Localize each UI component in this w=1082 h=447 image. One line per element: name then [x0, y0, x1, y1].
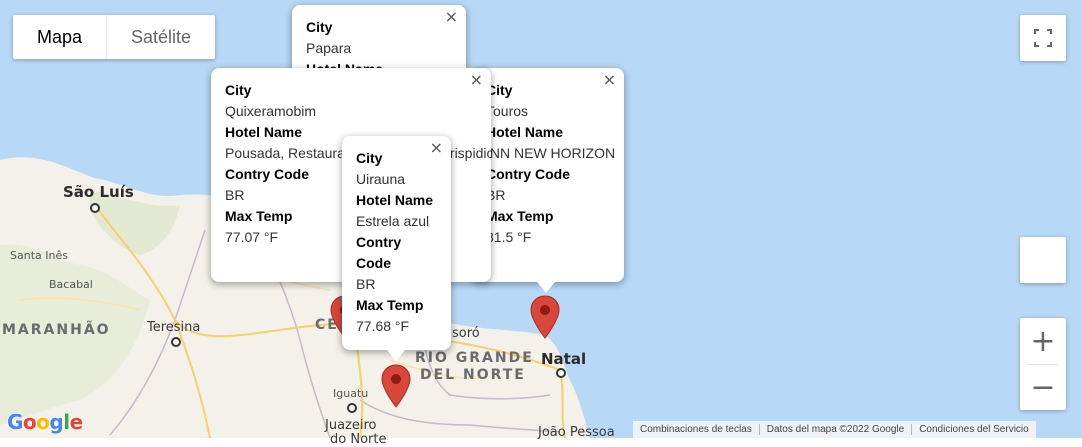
country-value: BR [356, 276, 376, 292]
info-window-tail [387, 350, 405, 361]
keyboard-shortcuts-link[interactable]: Combinaciones de teclas [633, 424, 760, 435]
temp-value: 77.68 °F [356, 318, 410, 334]
city-label: City [356, 150, 383, 166]
fullscreen-icon [1034, 29, 1052, 47]
zoom-divider [1028, 364, 1058, 365]
hotel-label: Hotel Name [486, 124, 564, 140]
city-value: Quixeramobim [225, 103, 317, 119]
city-dot [90, 203, 100, 213]
terms-link[interactable]: Condiciones del Servicio [912, 424, 1036, 435]
place-label-sao-luis: São Luís [63, 183, 134, 201]
city-label: City [306, 19, 333, 35]
street-view-button[interactable] [1020, 237, 1066, 283]
city-value: Papara [306, 40, 352, 56]
place-label-juazeiro-1: Juazeiro [325, 418, 377, 433]
place-label-teresina: Teresina [147, 320, 201, 335]
attribution-bar: Combinaciones de teclas Datos del mapa ©… [633, 421, 1036, 438]
country-value: BR [486, 187, 506, 203]
place-label-juazeiro-2: do Norte [330, 432, 387, 447]
city-label: City [225, 82, 252, 98]
city-dot [556, 368, 566, 378]
map-data-text: Datos del mapa ©2022 Google [760, 424, 913, 435]
info-window-tail [537, 282, 555, 293]
region-label-maranhao: MARANHÃO [2, 322, 111, 338]
city-dot [171, 337, 181, 347]
pegman-icon [1020, 237, 1066, 283]
fullscreen-button[interactable] [1020, 15, 1066, 61]
place-label-santa-ines: Santa Inês [10, 249, 68, 262]
city-label: City [486, 82, 513, 98]
region-label-rio-grande-do-norte-1: RIO GRANDE [415, 350, 534, 366]
map-marker-icon[interactable] [381, 364, 411, 408]
info-window-uirauna: × City Uirauna Hotel Name Estrela azul C… [342, 136, 451, 350]
place-label-natal: Natal [541, 350, 587, 368]
country-label: Contry Code [486, 166, 570, 182]
hotel-value: INN NEW HORIZON [486, 145, 616, 161]
hotel-label: Hotel Name [356, 192, 434, 208]
map-type-satellite-button[interactable]: Satélite [106, 15, 215, 59]
map-type-control: Mapa Satélite [13, 15, 216, 59]
city-value: Touros [486, 103, 529, 119]
temp-label: Max Temp [356, 297, 424, 313]
zoom-in-button[interactable]: + [1020, 318, 1066, 364]
zoom-out-button[interactable]: − [1020, 364, 1066, 410]
map-marker-icon[interactable] [530, 295, 560, 339]
place-label-iguatu: Iguatu [333, 387, 369, 400]
map-type-map-button[interactable]: Mapa [13, 15, 106, 59]
country-label: Contry Code [356, 234, 402, 271]
zoom-control: + − [1020, 318, 1066, 410]
city-dot [347, 403, 357, 413]
close-icon[interactable]: × [430, 138, 443, 157]
info-window-touros: × City Touros Hotel Name INN NEW HORIZON… [472, 68, 624, 282]
google-logo: Google [7, 410, 83, 434]
close-icon[interactable]: × [445, 7, 458, 26]
place-label-bacabal: Bacabal [49, 278, 93, 291]
region-label-rio-grande-do-norte-2: DEL NORTE [420, 367, 526, 383]
close-icon[interactable]: × [470, 70, 483, 89]
temp-label: Max Temp [486, 208, 554, 224]
close-icon[interactable]: × [603, 70, 616, 89]
hotel-value: Estrela azul [356, 213, 430, 229]
temp-value: 81.5 °F [486, 229, 532, 245]
place-label-mossoro: soró [452, 326, 480, 341]
city-value: Uirauna [356, 171, 406, 187]
